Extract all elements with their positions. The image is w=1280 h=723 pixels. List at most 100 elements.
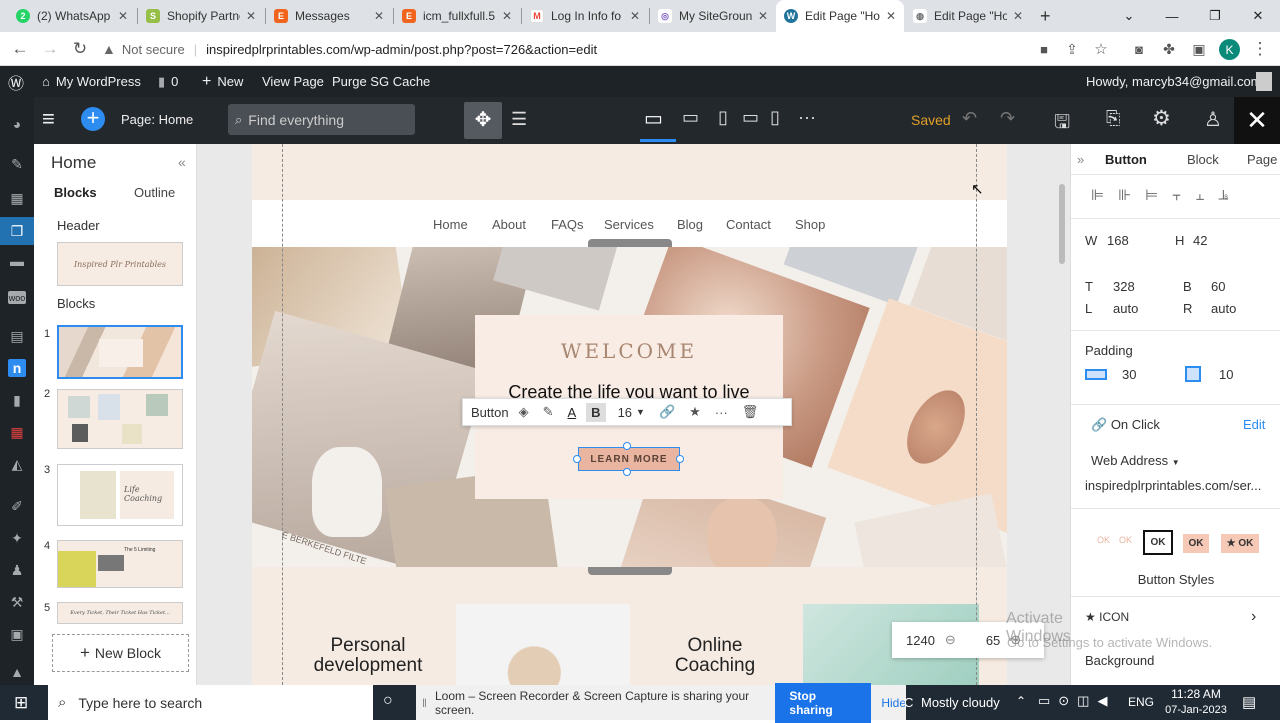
comments-link[interactable]: ▮ 0 bbox=[158, 66, 178, 97]
close-icon[interactable]: ✕ bbox=[374, 9, 384, 23]
back-icon[interactable]: ← bbox=[8, 37, 32, 61]
nav-contact[interactable]: Contact bbox=[726, 217, 771, 232]
taskbar-search[interactable]: ⌕ Type here to search bbox=[48, 685, 373, 720]
new-block-button[interactable]: + New Block bbox=[52, 634, 189, 672]
appearance-icon[interactable]: ✐ bbox=[8, 497, 26, 515]
block-thumbnail-4[interactable]: The 5 Limiting bbox=[57, 540, 183, 588]
button-style-outline[interactable]: OK bbox=[1097, 535, 1110, 545]
sidepanel-icon[interactable]: ▣ bbox=[1187, 37, 1211, 61]
view-page-link[interactable]: View Page bbox=[262, 66, 324, 97]
save-icon[interactable]: 🖫 bbox=[1054, 108, 1070, 140]
block-thumbnail-2[interactable] bbox=[57, 389, 183, 449]
purge-cache-link[interactable]: Purge SG Cache bbox=[332, 66, 430, 97]
link-icon[interactable]: 🔗 bbox=[659, 404, 675, 420]
bold-button[interactable]: B bbox=[586, 402, 606, 422]
undo-icon[interactable]: ↶ bbox=[962, 108, 977, 129]
resize-handle[interactable] bbox=[676, 455, 684, 463]
top-input[interactable]: 328 bbox=[1113, 279, 1135, 294]
edit-link[interactable]: Edit bbox=[1243, 417, 1265, 432]
colorful-grid-icon[interactable]: ▦ bbox=[8, 423, 26, 441]
text-color-icon[interactable]: A bbox=[568, 405, 577, 420]
nav-faqs[interactable]: FAQs bbox=[551, 217, 584, 232]
block-thumbnail-3[interactable]: Life Coaching bbox=[57, 464, 183, 526]
close-builder-icon[interactable]: ✕ bbox=[1234, 97, 1280, 144]
phone-view-icon[interactable]: ▯ bbox=[770, 107, 780, 128]
tools-icon[interactable]: ⚒ bbox=[8, 593, 26, 611]
outline-tool-icon[interactable]: ☰ bbox=[511, 109, 527, 130]
posts-pin-icon[interactable]: ✎ bbox=[8, 155, 26, 173]
bottom-input[interactable]: 60 bbox=[1211, 279, 1225, 294]
fill-color-icon[interactable]: ◈ bbox=[519, 404, 529, 420]
alignment-icons[interactable]: ⊫⊪⊨⫟⫠⫡ bbox=[1091, 186, 1242, 204]
tray-chevron-icon[interactable]: ⌃ bbox=[1016, 694, 1026, 708]
comments-icon[interactable]: ▬ bbox=[8, 252, 26, 270]
extensions-icon[interactable]: ✤ bbox=[1157, 37, 1181, 61]
move-tool-icon[interactable]: ✥ bbox=[464, 102, 502, 139]
icon-section[interactable]: ★ ICON bbox=[1085, 610, 1129, 624]
profile-avatar[interactable]: K bbox=[1219, 39, 1240, 60]
hide-button[interactable]: Hide bbox=[881, 696, 906, 710]
laptop-view-icon[interactable]: ▭ bbox=[682, 107, 699, 128]
browser-tab[interactable]: E icm_fullxfull.5 ✕ bbox=[394, 0, 520, 32]
settings-gear-icon[interactable]: ⚙ bbox=[1152, 106, 1171, 131]
resize-handle[interactable] bbox=[573, 455, 581, 463]
block-drag-handle-top[interactable] bbox=[588, 239, 672, 247]
bookmark-star-icon[interactable]: ☆ bbox=[1089, 37, 1113, 61]
block-thumbnail-1[interactable] bbox=[57, 325, 183, 379]
reload-icon[interactable]: ↻ bbox=[68, 37, 92, 61]
browser-tab[interactable]: M Log In Info fo ✕ bbox=[522, 0, 648, 32]
maximize-icon[interactable]: ❐ bbox=[1193, 0, 1237, 32]
cortana-icon[interactable]: ○ bbox=[383, 692, 393, 710]
nav-services[interactable]: Services bbox=[604, 217, 654, 232]
redo-icon[interactable]: ↷ bbox=[1000, 108, 1015, 129]
close-icon[interactable]: ✕ bbox=[758, 9, 768, 23]
tab-button[interactable]: Button bbox=[1105, 152, 1147, 167]
border-color-icon[interactable]: ✎ bbox=[543, 404, 554, 420]
tab-blocks[interactable]: Blocks bbox=[54, 185, 97, 200]
marketing-icon[interactable]: ◭ bbox=[8, 455, 26, 473]
right-input[interactable]: auto bbox=[1211, 301, 1236, 316]
clock-time[interactable]: 11:28 AM bbox=[1164, 687, 1228, 701]
web-address-select[interactable]: Web Address ▼ bbox=[1091, 453, 1180, 468]
tablet-view-icon[interactable]: ▯ bbox=[718, 107, 728, 128]
learn-more-button[interactable]: LEARN MORE bbox=[578, 447, 680, 471]
dashboard-icon[interactable]: ◕ bbox=[8, 115, 26, 133]
users-icon[interactable]: ♟ bbox=[8, 561, 26, 579]
close-icon[interactable]: ✕ bbox=[630, 9, 640, 23]
left-input[interactable]: auto bbox=[1113, 301, 1138, 316]
close-icon[interactable]: ✕ bbox=[246, 9, 256, 23]
chevron-down-icon[interactable]: ▼ bbox=[636, 407, 645, 417]
new-link[interactable]: + New bbox=[202, 66, 243, 97]
find-everything-input[interactable]: ⌕ Find everything bbox=[228, 104, 415, 135]
user-icon[interactable]: ♙ bbox=[1204, 107, 1222, 132]
minimize-icon[interactable]: — bbox=[1150, 0, 1194, 32]
chevron-right-icon[interactable]: › bbox=[1251, 608, 1256, 626]
collapse-icon[interactable]: ▲ bbox=[8, 663, 26, 681]
tab-outline[interactable]: Outline bbox=[134, 185, 175, 200]
browser-tab[interactable]: E Messages ✕ bbox=[266, 0, 392, 32]
button-style-icon[interactable]: ★ OK bbox=[1221, 534, 1259, 553]
zoom-out-icon[interactable]: ⊖ bbox=[945, 632, 956, 648]
settings-icon[interactable]: ▣ bbox=[8, 625, 26, 643]
pages-icon[interactable]: ❐ bbox=[8, 222, 26, 240]
page-label[interactable]: Page: Home bbox=[121, 112, 193, 127]
window-close-icon[interactable]: ✕ bbox=[1236, 0, 1280, 32]
desktop-view-icon[interactable]: ▭ bbox=[644, 106, 663, 131]
browser-tab[interactable]: ◍ Edit Page "Ho ✕ bbox=[905, 0, 1031, 32]
padding-horizontal-input[interactable]: 30 bbox=[1122, 367, 1136, 382]
browser-tab-active[interactable]: W Edit Page "Ho ✕ bbox=[776, 0, 904, 32]
tab-search-icon[interactable]: ⌄ bbox=[1107, 0, 1151, 32]
tablet-landscape-icon[interactable]: ▭ bbox=[742, 107, 759, 128]
more-views-icon[interactable]: ··· bbox=[798, 107, 816, 128]
close-icon[interactable]: ✕ bbox=[502, 9, 512, 23]
browser-tab[interactable]: 2 (2) WhatsApp ✕ bbox=[8, 0, 136, 32]
resize-handle[interactable] bbox=[623, 442, 631, 450]
new-tab-button[interactable]: + bbox=[1040, 6, 1051, 27]
forward-icon[interactable]: → bbox=[38, 37, 62, 61]
camera-icon[interactable]: ■ bbox=[1032, 37, 1056, 61]
button-style-light[interactable]: OK bbox=[1119, 535, 1132, 545]
close-icon[interactable]: ✕ bbox=[1013, 9, 1023, 23]
woocommerce-icon[interactable]: woo bbox=[8, 291, 26, 304]
hamburger-menu-icon[interactable]: ≡ bbox=[42, 108, 64, 130]
close-icon[interactable]: ✕ bbox=[886, 9, 896, 23]
